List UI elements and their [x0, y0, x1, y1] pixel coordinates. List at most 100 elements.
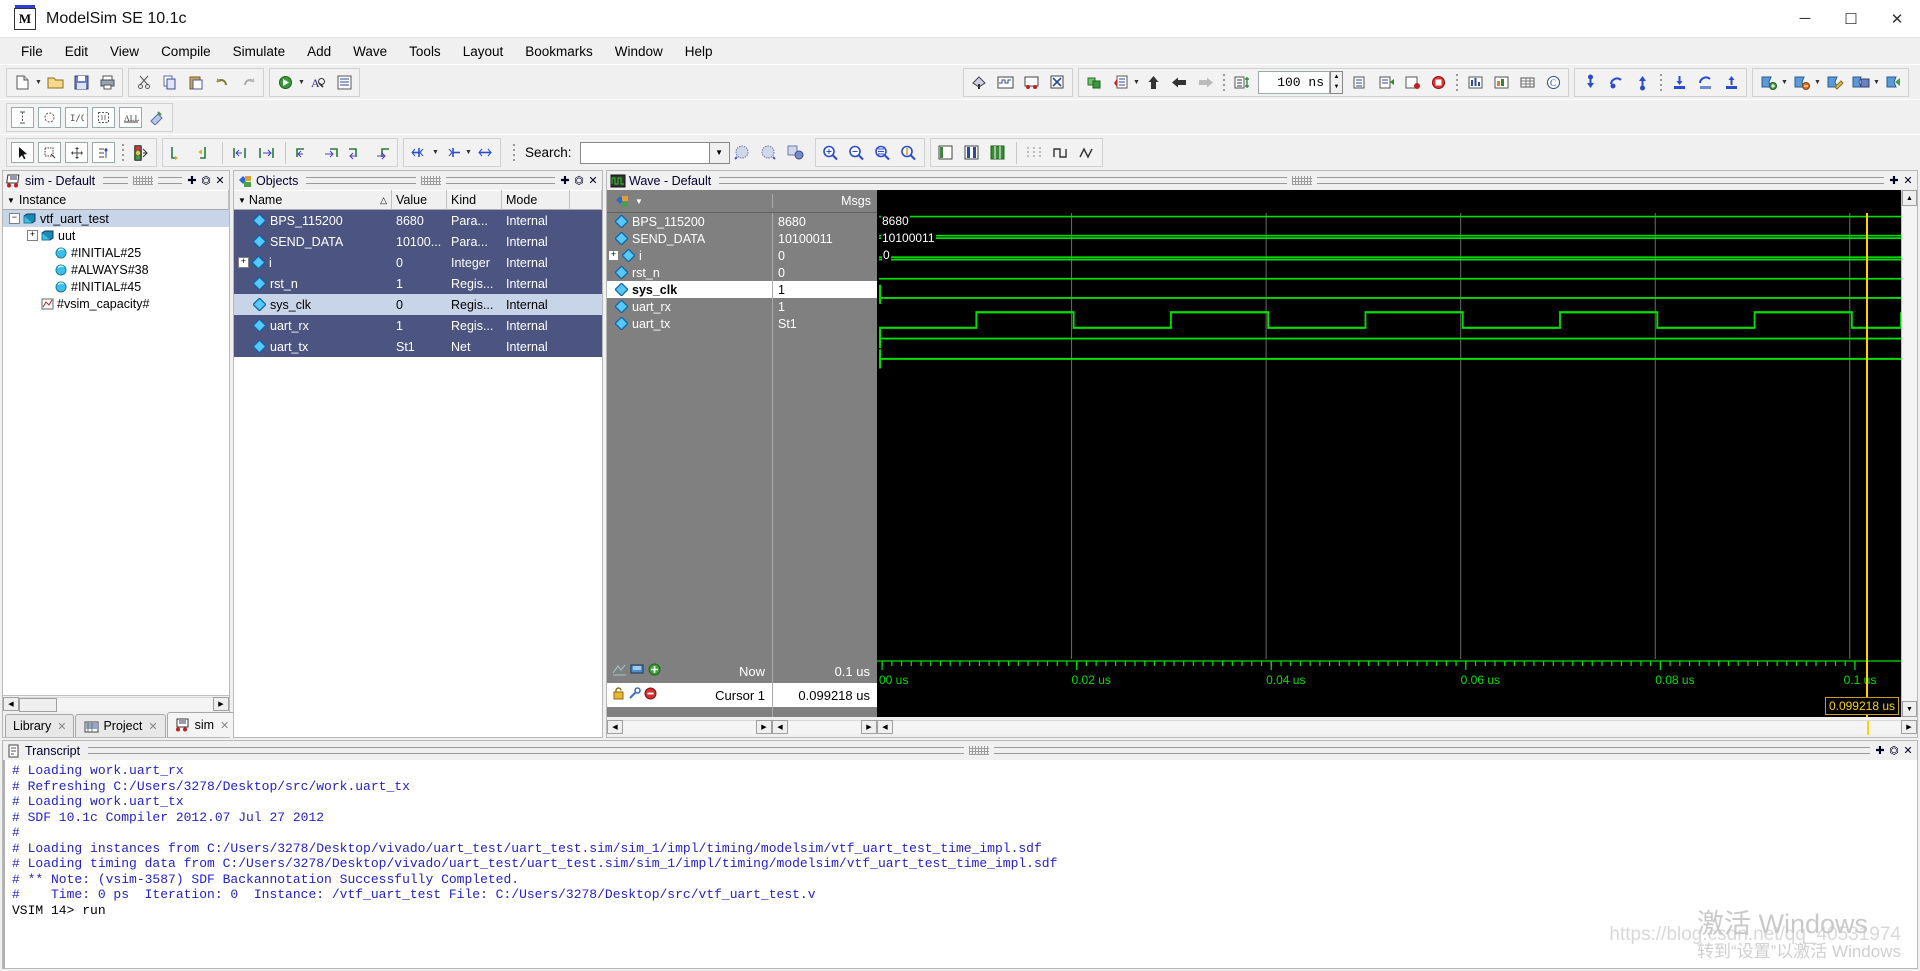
objects-column-mode[interactable]: Mode	[502, 190, 570, 210]
step-forward-icon[interactable]	[1192, 70, 1218, 95]
wave-names-scroll-right-icon[interactable]: ▶	[756, 720, 772, 734]
objects-filter-icon[interactable]: ▼	[238, 196, 246, 205]
find-icon[interactable]: A	[305, 70, 331, 95]
wave-sim-icon[interactable]	[630, 663, 645, 679]
wave-canvas-scroll-right-icon[interactable]: ▶	[1901, 720, 1917, 734]
wave-canvas-hscroll[interactable]: ◀ ▶	[877, 717, 1917, 737]
step-into-icon[interactable]	[1140, 70, 1166, 95]
edge-next-icon[interactable]	[317, 140, 343, 165]
wave-scroll-down-icon[interactable]: ▼	[1902, 701, 1917, 717]
run-length-icon[interactable]	[1229, 70, 1255, 95]
continue-run-icon[interactable]	[1373, 70, 1399, 95]
wave-axis-area[interactable]: 00 us 0.02 us 0.04 us 0.06 us 0.08 us 0.…	[877, 659, 1901, 717]
expand-all-time-icon[interactable]	[472, 140, 498, 165]
sim-pane-undock-icon[interactable]: ⏣	[199, 174, 213, 188]
insert-io-icon[interactable]: I/O	[65, 107, 88, 128]
clear-signals-icon[interactable]	[144, 105, 170, 130]
wave-signal-i[interactable]: + i	[607, 247, 772, 264]
edge-fall-prev-icon[interactable]	[343, 140, 369, 165]
sim-tree-row-vtf-uart-test[interactable]: − vtf_uart_test	[3, 210, 229, 227]
menu-file[interactable]: File	[10, 41, 54, 62]
wave-grid-icon[interactable]	[1022, 140, 1048, 165]
objects-row-rst-n[interactable]: rst_n 1 Regis... Internal	[234, 273, 602, 294]
sim-tree-row-vsim-capacity[interactable]: #vsim_capacity#	[3, 295, 229, 312]
end-simulation-icon[interactable]	[1044, 70, 1070, 95]
objects-column-name[interactable]: ▼ Name △	[234, 190, 392, 210]
up-to-wave-icon[interactable]	[1718, 70, 1744, 95]
transcript-dock-icon[interactable]: ✚	[1873, 744, 1887, 758]
wave-values-scroll-left-icon[interactable]: ◀	[772, 720, 788, 734]
profile-icon[interactable]	[1488, 70, 1514, 95]
wave-signal-send-data[interactable]: SEND_DATA	[607, 230, 772, 247]
cursor-prev-icon[interactable]	[228, 140, 254, 165]
objects-column-extra[interactable]	[570, 190, 602, 210]
sim-pane-close-icon[interactable]: ✕	[213, 174, 227, 188]
down-to-wave-icon[interactable]	[1666, 70, 1692, 95]
collapse-time-dropdown-icon[interactable]: ▼	[465, 140, 472, 165]
zoom-select-icon[interactable]	[38, 142, 61, 163]
select-mode-icon[interactable]	[11, 142, 34, 163]
restart-icon[interactable]	[1081, 70, 1107, 95]
wave-vscroll-track[interactable]	[1902, 206, 1917, 701]
sim-pane-dock-icon[interactable]: ✚	[185, 174, 199, 188]
list-icon[interactable]	[331, 70, 357, 95]
run-icon[interactable]	[1107, 70, 1133, 95]
save-icon[interactable]	[68, 70, 94, 95]
save-bookmark-dropdown-icon[interactable]: ▼	[1873, 70, 1880, 95]
insert-cursor-icon[interactable]	[165, 140, 191, 165]
sim-scroll-track[interactable]	[19, 697, 213, 711]
menu-view[interactable]: View	[99, 41, 150, 62]
waveform-canvas[interactable]: 8680 10100011 0	[877, 213, 1901, 659]
wave-vertical-scrollbar[interactable]: ▲ ▼	[1901, 190, 1917, 717]
run-length-field[interactable]: 100 ns	[1258, 71, 1330, 94]
objects-row-bps-115200[interactable]: BPS_115200 8680 Para... Internal	[234, 210, 602, 231]
copyright-icon[interactable]: C	[1540, 70, 1566, 95]
sim-tree-row-always-38[interactable]: #ALWAYS#38	[3, 261, 229, 278]
sim-scroll-left-icon[interactable]: ◀	[3, 697, 19, 711]
maximize-button[interactable]: ☐	[1828, 0, 1874, 38]
zoom-cursor-icon[interactable]	[896, 140, 922, 165]
wave-scroll-up-icon[interactable]: ▲	[1902, 190, 1917, 206]
sim-horizontal-scrollbar[interactable]: ◀ ▶	[3, 695, 229, 711]
add-bookmark-dropdown-icon[interactable]: ▼	[1781, 70, 1788, 95]
edit-bookmark-icon[interactable]	[1821, 70, 1847, 95]
expander-icon[interactable]: +	[27, 230, 38, 241]
menu-wave[interactable]: Wave	[342, 41, 398, 62]
wave-canvas-scroll-track[interactable]	[893, 720, 1901, 734]
zoom-in-icon[interactable]	[818, 140, 844, 165]
format-left-icon[interactable]	[933, 140, 959, 165]
objects-undock-icon[interactable]: ⏣	[572, 174, 586, 188]
run-length-spinner[interactable]: ▲ ▼	[1330, 71, 1343, 94]
tab-project[interactable]: Project ✕	[75, 714, 165, 737]
restart-transition-icon[interactable]	[1603, 70, 1629, 95]
wave-close-icon[interactable]: ✕	[1901, 174, 1915, 188]
objects-column-value[interactable]: Value	[392, 190, 447, 210]
insert-circle-icon[interactable]	[38, 107, 61, 128]
wave-values-scroll-right-icon[interactable]: ▶	[861, 720, 877, 734]
spinner-up-icon[interactable]: ▲	[1331, 72, 1342, 83]
close-button[interactable]: ✕	[1874, 0, 1920, 38]
wave-signal-uart-tx[interactable]: uart_tx	[607, 315, 772, 332]
transcript-grip[interactable]	[969, 746, 989, 755]
transcript-undock-icon[interactable]: ⏣	[1887, 744, 1901, 758]
tab-library[interactable]: Library ✕	[5, 714, 74, 737]
new-file-icon[interactable]	[9, 70, 35, 95]
run-all-icon[interactable]	[1347, 70, 1373, 95]
tab-sim[interactable]: sim ✕	[167, 712, 238, 737]
memory-icon[interactable]	[1514, 70, 1540, 95]
breakpoint-icon[interactable]	[128, 140, 154, 165]
wrench-icon[interactable]	[628, 687, 641, 703]
wave-pane-grip[interactable]	[1292, 176, 1312, 185]
tab-sim-close-icon[interactable]: ✕	[220, 719, 229, 732]
wave-step-icon[interactable]	[1048, 140, 1074, 165]
format-center-icon[interactable]	[959, 140, 985, 165]
open-folder-icon[interactable]	[42, 70, 68, 95]
transcript-body[interactable]: # Loading work.uart_rx # Refreshing C:/U…	[3, 760, 1917, 968]
wave-names-scroll-left-icon[interactable]: ◀	[607, 720, 623, 734]
sim-tree-row-initial-45[interactable]: #INITIAL#45	[3, 278, 229, 295]
objects-row-sys-clk[interactable]: sys_clk 0 Regis... Internal	[234, 294, 602, 315]
waveform-window-icon[interactable]	[992, 70, 1018, 95]
sim-scroll-right-icon[interactable]: ▶	[213, 697, 229, 711]
wave-signal-uart-rx[interactable]: uart_rx	[607, 298, 772, 315]
wave-values-hscroll[interactable]: ◀ ▶	[772, 717, 877, 737]
